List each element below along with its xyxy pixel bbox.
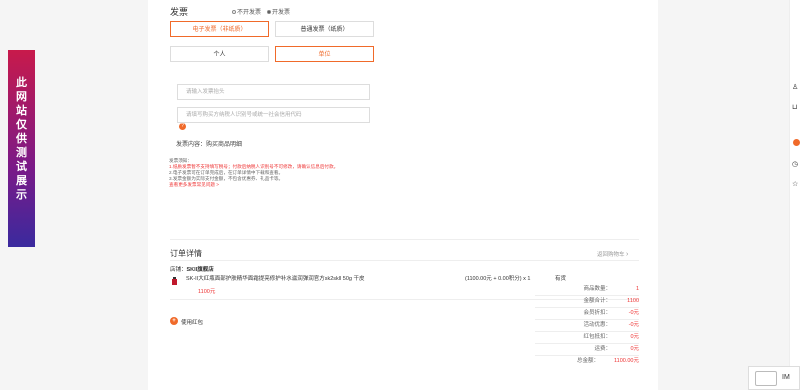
product-stock-status: 有货 xyxy=(555,276,567,282)
summary-total-row: 总金额： 1100.00元 xyxy=(567,355,639,367)
history-icon[interactable]: ◷ xyxy=(792,160,798,168)
order-title-divider xyxy=(170,260,639,261)
summary-value: 1 xyxy=(635,286,639,292)
product-name[interactable]: SK-II大红瓶面部护肤精华面霜提亮修护补水滋润弹润官方sk2skll 50g … xyxy=(186,274,364,282)
summary-row: 红包抵扣： 0元 xyxy=(567,331,639,343)
notes-faq-link[interactable]: 查看更多发票常见问题 > xyxy=(169,182,338,188)
test-site-banner: 此网站仅供测试展示 xyxy=(8,50,35,247)
summary-row: 会员折扣： -0元 xyxy=(567,307,639,319)
im-label: IM xyxy=(782,374,790,381)
banner-char: 测 xyxy=(16,147,27,159)
banner-char: 试 xyxy=(16,161,27,173)
invoice-title-company-button[interactable]: 单位 xyxy=(275,46,374,62)
banner-text: 此网站仅供测试展示 xyxy=(8,76,35,202)
summary-key: 总金额： xyxy=(576,358,599,364)
summary-divider xyxy=(535,331,639,332)
radio-label: 开发票 xyxy=(272,10,291,16)
summary-value: -0元 xyxy=(628,322,639,328)
invoice-notes: 发票须知： 1.纸质发票暂不支持填写税号；付款后纳税人识别号不可修改，请确认信息… xyxy=(169,158,338,188)
invoice-title-personal-button[interactable]: 个人 xyxy=(170,46,269,62)
chevron-right-icon: › xyxy=(626,251,629,258)
summary-key: 运费： xyxy=(594,346,611,352)
banner-char: 站 xyxy=(16,105,27,117)
summary-value: 1100 xyxy=(627,298,639,304)
summary-key: 活动优惠： xyxy=(583,322,611,328)
summary-divider xyxy=(535,319,639,320)
invoice-type-paper-button[interactable]: 普通发票（纸质） xyxy=(275,21,374,37)
product-price-breakdown: (1100.00元 + 0.00积分) x 1 xyxy=(465,276,531,282)
radio-label: 不开发票 xyxy=(237,10,262,16)
cart-badge-icon xyxy=(793,139,800,146)
invoice-title-input[interactable]: 请输入发票抬头 xyxy=(177,84,370,100)
summary-divider xyxy=(535,343,639,344)
banner-char: 仅 xyxy=(16,119,27,131)
summary-row: 活动优惠： -0元 xyxy=(567,319,639,331)
summary-key: 商品数量： xyxy=(583,286,611,292)
summary-divider xyxy=(535,307,639,308)
tax-id-input[interactable]: 请填写购买方纳税人识别号或统一社会信用代码 xyxy=(177,107,370,123)
order-details-title: 订单详情 xyxy=(170,249,202,258)
star-icon[interactable]: ☆ xyxy=(792,180,798,188)
product-thumbnail[interactable] xyxy=(171,272,178,285)
user-icon[interactable]: ♙ xyxy=(792,83,798,91)
summary-row: 金额合计： 1100 xyxy=(567,295,639,307)
section-divider xyxy=(170,239,639,240)
banner-char: 网 xyxy=(16,91,27,103)
invoice-content-label: 发票内容：购买商品明细 xyxy=(176,142,243,148)
help-icon[interactable]: ? xyxy=(179,123,186,130)
cart-icon[interactable]: ⊔ xyxy=(792,103,797,111)
back-to-cart-link[interactable]: 返回购物车 › xyxy=(597,250,628,258)
banner-char: 示 xyxy=(16,189,27,201)
summary-total-value: 1100.00元 xyxy=(614,358,639,364)
banner-char: 此 xyxy=(16,77,27,89)
radio-no-invoice[interactable]: 不开发票 xyxy=(232,7,261,16)
summary-key: 金额合计： xyxy=(583,298,611,304)
invoice-radio-group: 不开发票 开发票 xyxy=(232,7,290,16)
use-coupon-label[interactable]: 使用红包 xyxy=(181,318,203,326)
invoice-title: 发票 xyxy=(170,7,189,17)
im-chat-widget[interactable]: IM xyxy=(748,366,800,390)
back-to-cart-label: 返回购物车 xyxy=(597,252,625,258)
summary-key: 会员折扣： xyxy=(583,310,611,316)
banner-char: 供 xyxy=(16,133,27,145)
summary-value: -0元 xyxy=(628,310,639,316)
radio-icon-selected xyxy=(267,9,272,14)
right-toolbar xyxy=(789,0,800,390)
summary-key: 红包抵扣： xyxy=(583,334,611,340)
summary-divider xyxy=(535,295,639,296)
invoice-type-electronic-button[interactable]: 电子发票（非纸质） xyxy=(170,21,269,37)
store-name[interactable]: SKII旗舰店 xyxy=(187,267,214,273)
summary-value: 0元 xyxy=(630,346,639,352)
im-logo-icon xyxy=(755,371,777,386)
summary-row: 商品数量： 1 xyxy=(567,283,639,295)
summary-divider xyxy=(535,355,639,356)
summary-row: 运费： 0元 xyxy=(567,343,639,355)
radio-icon xyxy=(232,9,236,14)
product-price: 1100元 xyxy=(198,289,216,295)
banner-char: 展 xyxy=(16,175,27,187)
add-coupon-icon[interactable]: + xyxy=(170,317,178,325)
radio-yes-invoice[interactable]: 开发票 xyxy=(267,7,290,16)
summary-value: 0元 xyxy=(630,334,639,340)
